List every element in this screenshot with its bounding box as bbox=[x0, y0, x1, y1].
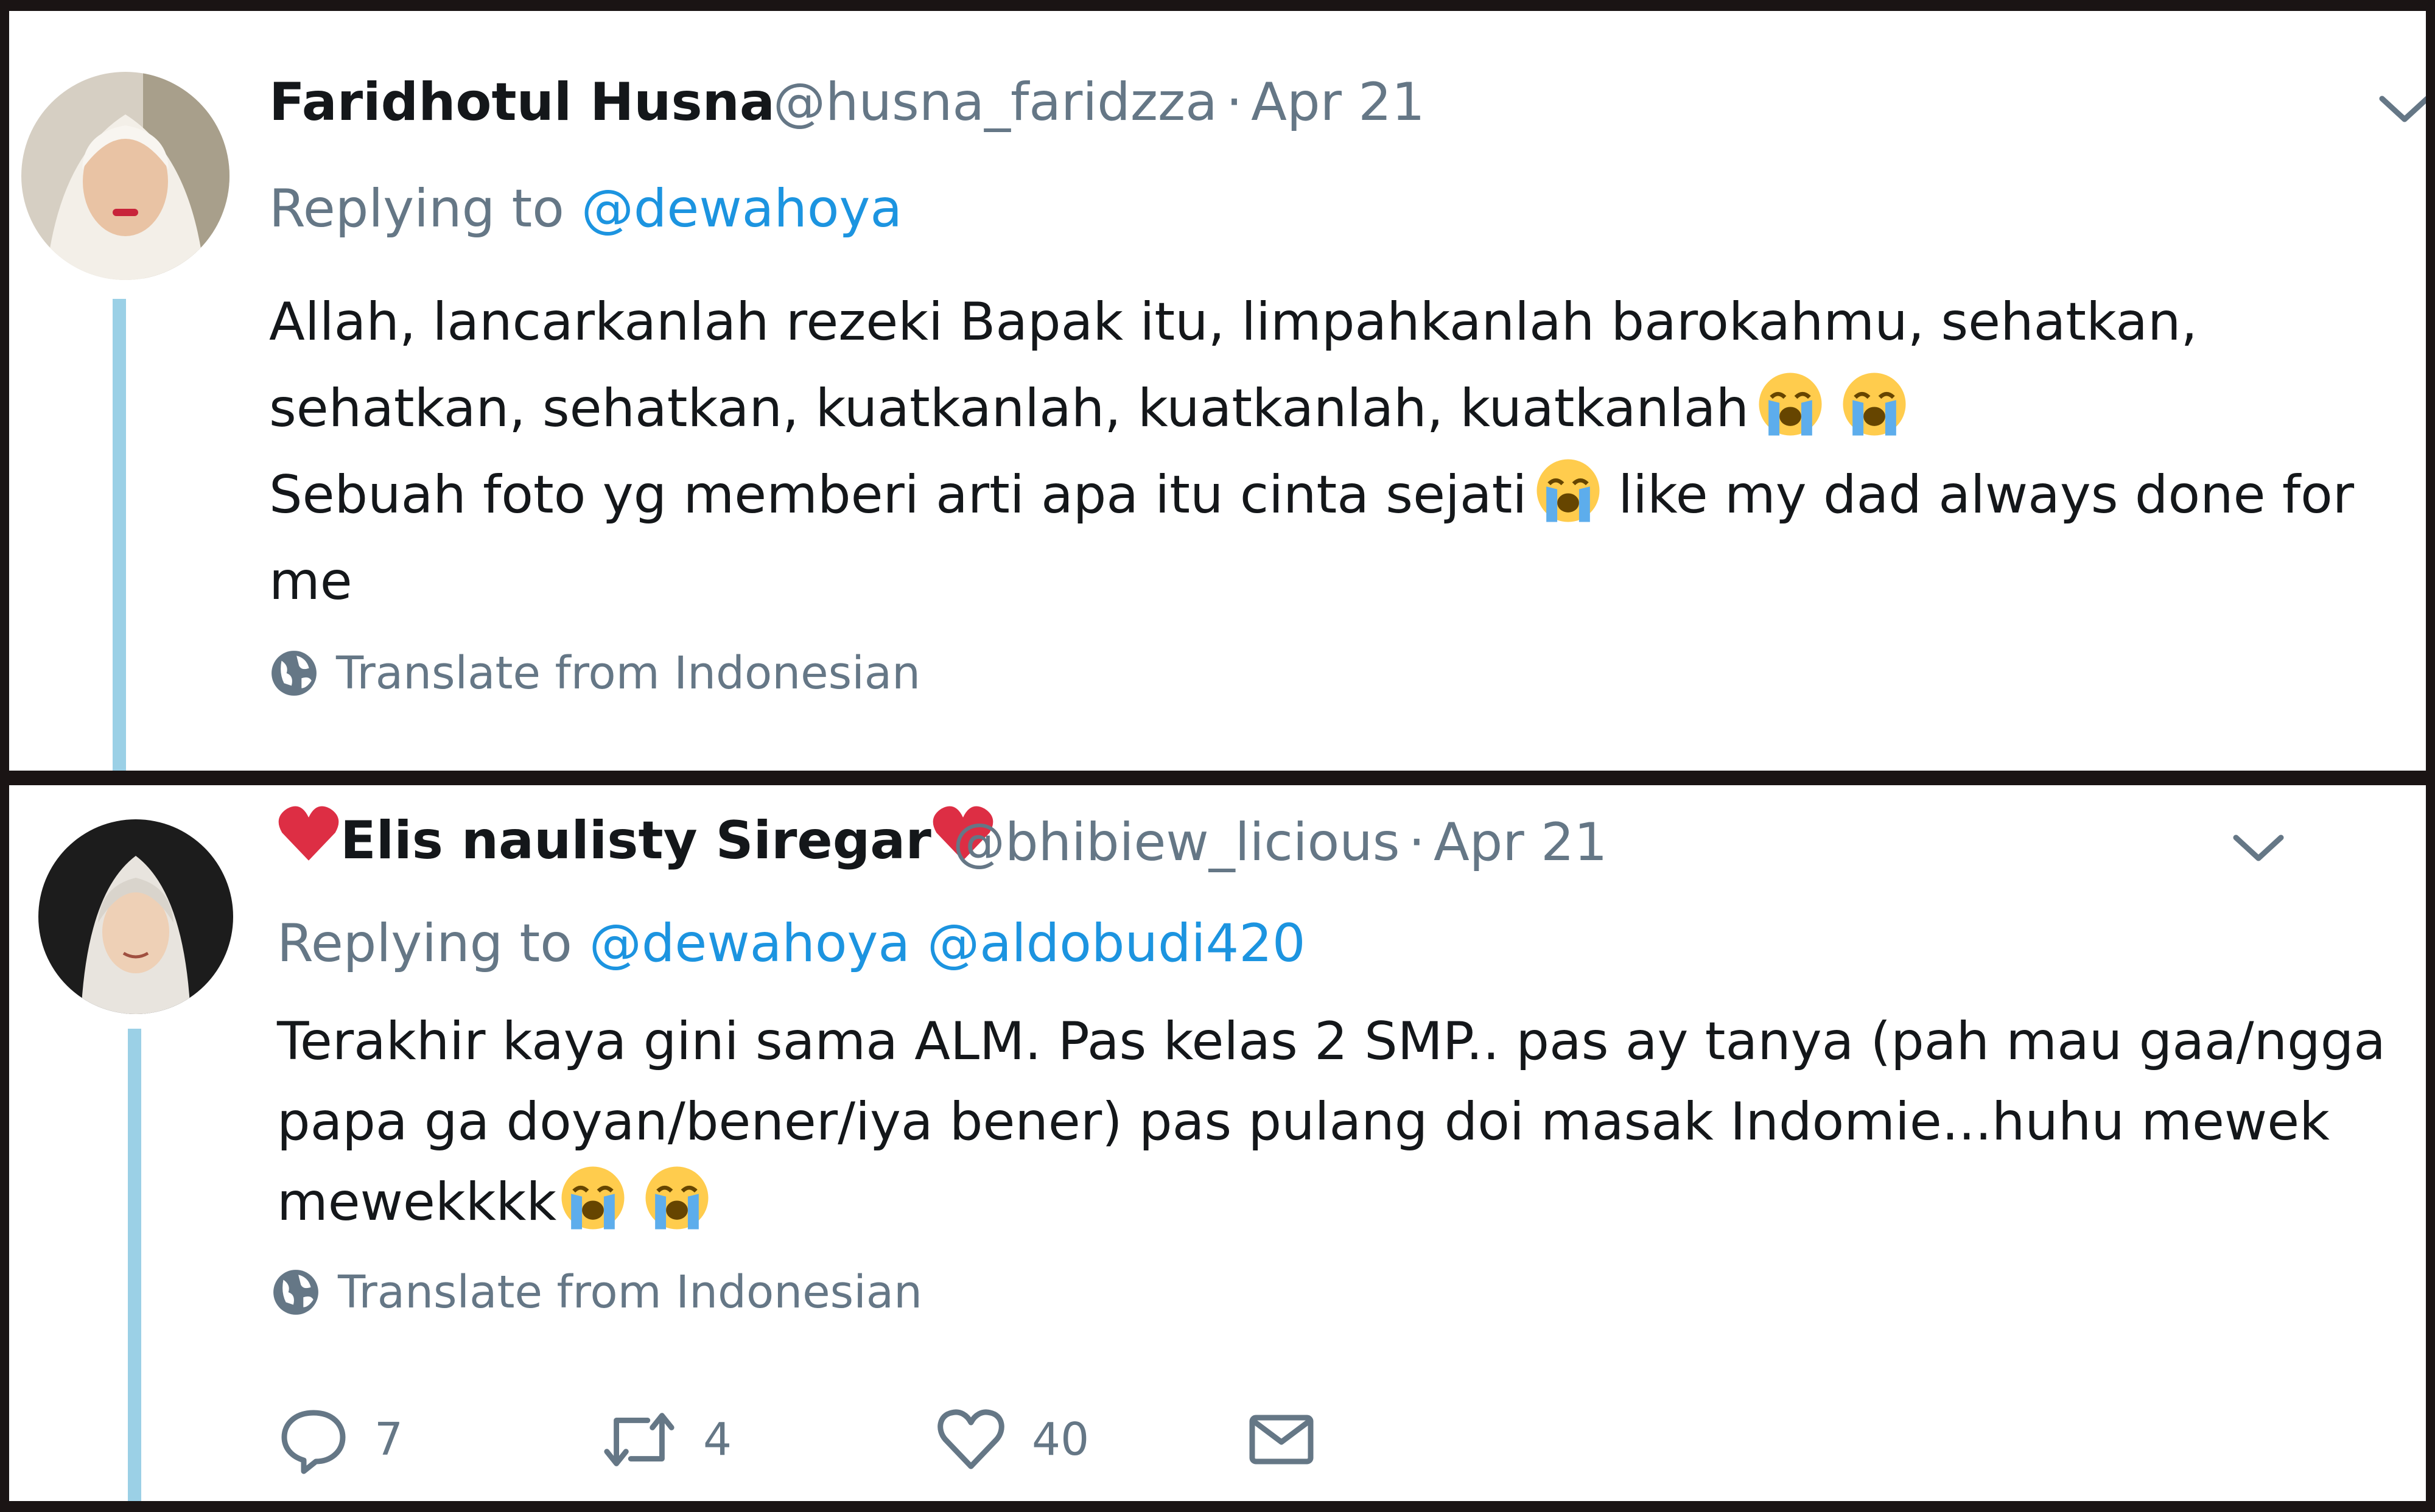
reply-icon bbox=[281, 1410, 346, 1474]
crying-face-emoji-icon bbox=[645, 1166, 709, 1230]
mention-link[interactable]: @dewahoya bbox=[581, 178, 902, 239]
text-line: sehatkan, sehatkan, kuatkanlah, kuatkanl… bbox=[269, 365, 2354, 452]
retweet-button[interactable]: 4 bbox=[600, 1403, 732, 1476]
direct-message-button[interactable] bbox=[1245, 1403, 1342, 1476]
handle-and-date[interactable]: @bhibiew_licious · Apr 21 bbox=[953, 812, 1608, 873]
translate-link[interactable]: Translate from Indonesian bbox=[271, 1266, 922, 1318]
tweet-card[interactable]: Elis naulisty Siregar @bhibiew_licious · A… bbox=[9, 785, 2426, 1501]
mention-link[interactable]: @dewahoya bbox=[589, 913, 910, 974]
translate-label[interactable]: Translate from Indonesian bbox=[336, 647, 920, 699]
envelope-icon bbox=[1249, 1415, 1314, 1465]
separator-dot: · bbox=[1408, 812, 1425, 873]
handle[interactable]: @bhibiew_licious bbox=[953, 812, 1400, 873]
text-line: Sebuah foto yg memberi arti apa itu cint… bbox=[269, 452, 2354, 538]
text-line: Terakhir kaya gini sama ALM. Pas kelas 2… bbox=[277, 1011, 2386, 1072]
display-name[interactable]: Faridhotul Husna bbox=[269, 72, 775, 133]
tweet-text: Allah, lancarkanlah rezeki Bapak itu, li… bbox=[269, 279, 2354, 625]
text-line: me bbox=[269, 551, 352, 612]
handle-and-date[interactable]: @husna_faridzza · Apr 21 bbox=[773, 72, 1425, 133]
display-name-text[interactable]: Elis naulisty Siregar bbox=[340, 810, 931, 871]
handle[interactable]: @husna_faridzza bbox=[773, 72, 1218, 133]
retweet-icon bbox=[604, 1413, 674, 1466]
avatar[interactable] bbox=[21, 72, 229, 280]
thread-line bbox=[128, 1029, 141, 1501]
heart-outline-icon bbox=[937, 1409, 1004, 1469]
text-line: Allah, lancarkanlah rezeki Bapak itu, li… bbox=[269, 292, 2198, 352]
reply-button[interactable]: 7 bbox=[277, 1403, 403, 1476]
globe-icon bbox=[272, 651, 317, 696]
reply-count: 7 bbox=[374, 1413, 404, 1466]
crying-face-emoji-icon bbox=[1536, 459, 1600, 522]
tweet-card[interactable]: Faridhotul Husna @husna_faridzza · Apr 21 … bbox=[9, 11, 2426, 771]
chevron-down-icon[interactable] bbox=[2377, 90, 2426, 127]
like-button[interactable]: 40 bbox=[934, 1403, 1089, 1476]
replying-label: Replying to bbox=[269, 178, 564, 239]
text-line: mewekkkk bbox=[277, 1162, 2386, 1242]
red-heart-icon bbox=[278, 806, 339, 861]
translate-link[interactable]: Translate from Indonesian bbox=[269, 647, 920, 699]
tweet-text: Terakhir kaya gini sama ALM. Pas kelas 2… bbox=[277, 1001, 2386, 1242]
replying-label: Replying to bbox=[277, 913, 572, 974]
crying-face-emoji-icon bbox=[561, 1166, 625, 1230]
like-count: 40 bbox=[1032, 1413, 1090, 1466]
crying-face-emoji-icon bbox=[1843, 373, 1906, 436]
retweet-count: 4 bbox=[703, 1413, 732, 1466]
display-name[interactable]: Elis naulisty Siregar bbox=[277, 803, 995, 871]
thread-line bbox=[113, 299, 126, 771]
tweet-date[interactable]: Apr 21 bbox=[1434, 812, 1608, 873]
replying-to: Replying to @dewahoya bbox=[269, 178, 902, 239]
tweet-date[interactable]: Apr 21 bbox=[1251, 72, 1425, 133]
globe-icon bbox=[273, 1270, 318, 1315]
avatar[interactable] bbox=[38, 819, 233, 1014]
crying-face-emoji-icon bbox=[1759, 373, 1822, 436]
text-line: papa ga doyan/bener/iya bener) pas pulan… bbox=[277, 1091, 2330, 1152]
translate-label[interactable]: Translate from Indonesian bbox=[338, 1266, 922, 1318]
mention-link[interactable]: @aldobudi420 bbox=[927, 913, 1306, 974]
separator-dot: · bbox=[1225, 72, 1243, 133]
chevron-down-icon[interactable] bbox=[2231, 829, 2286, 866]
replying-to: Replying to @dewahoya @aldobudi420 bbox=[277, 913, 1306, 974]
